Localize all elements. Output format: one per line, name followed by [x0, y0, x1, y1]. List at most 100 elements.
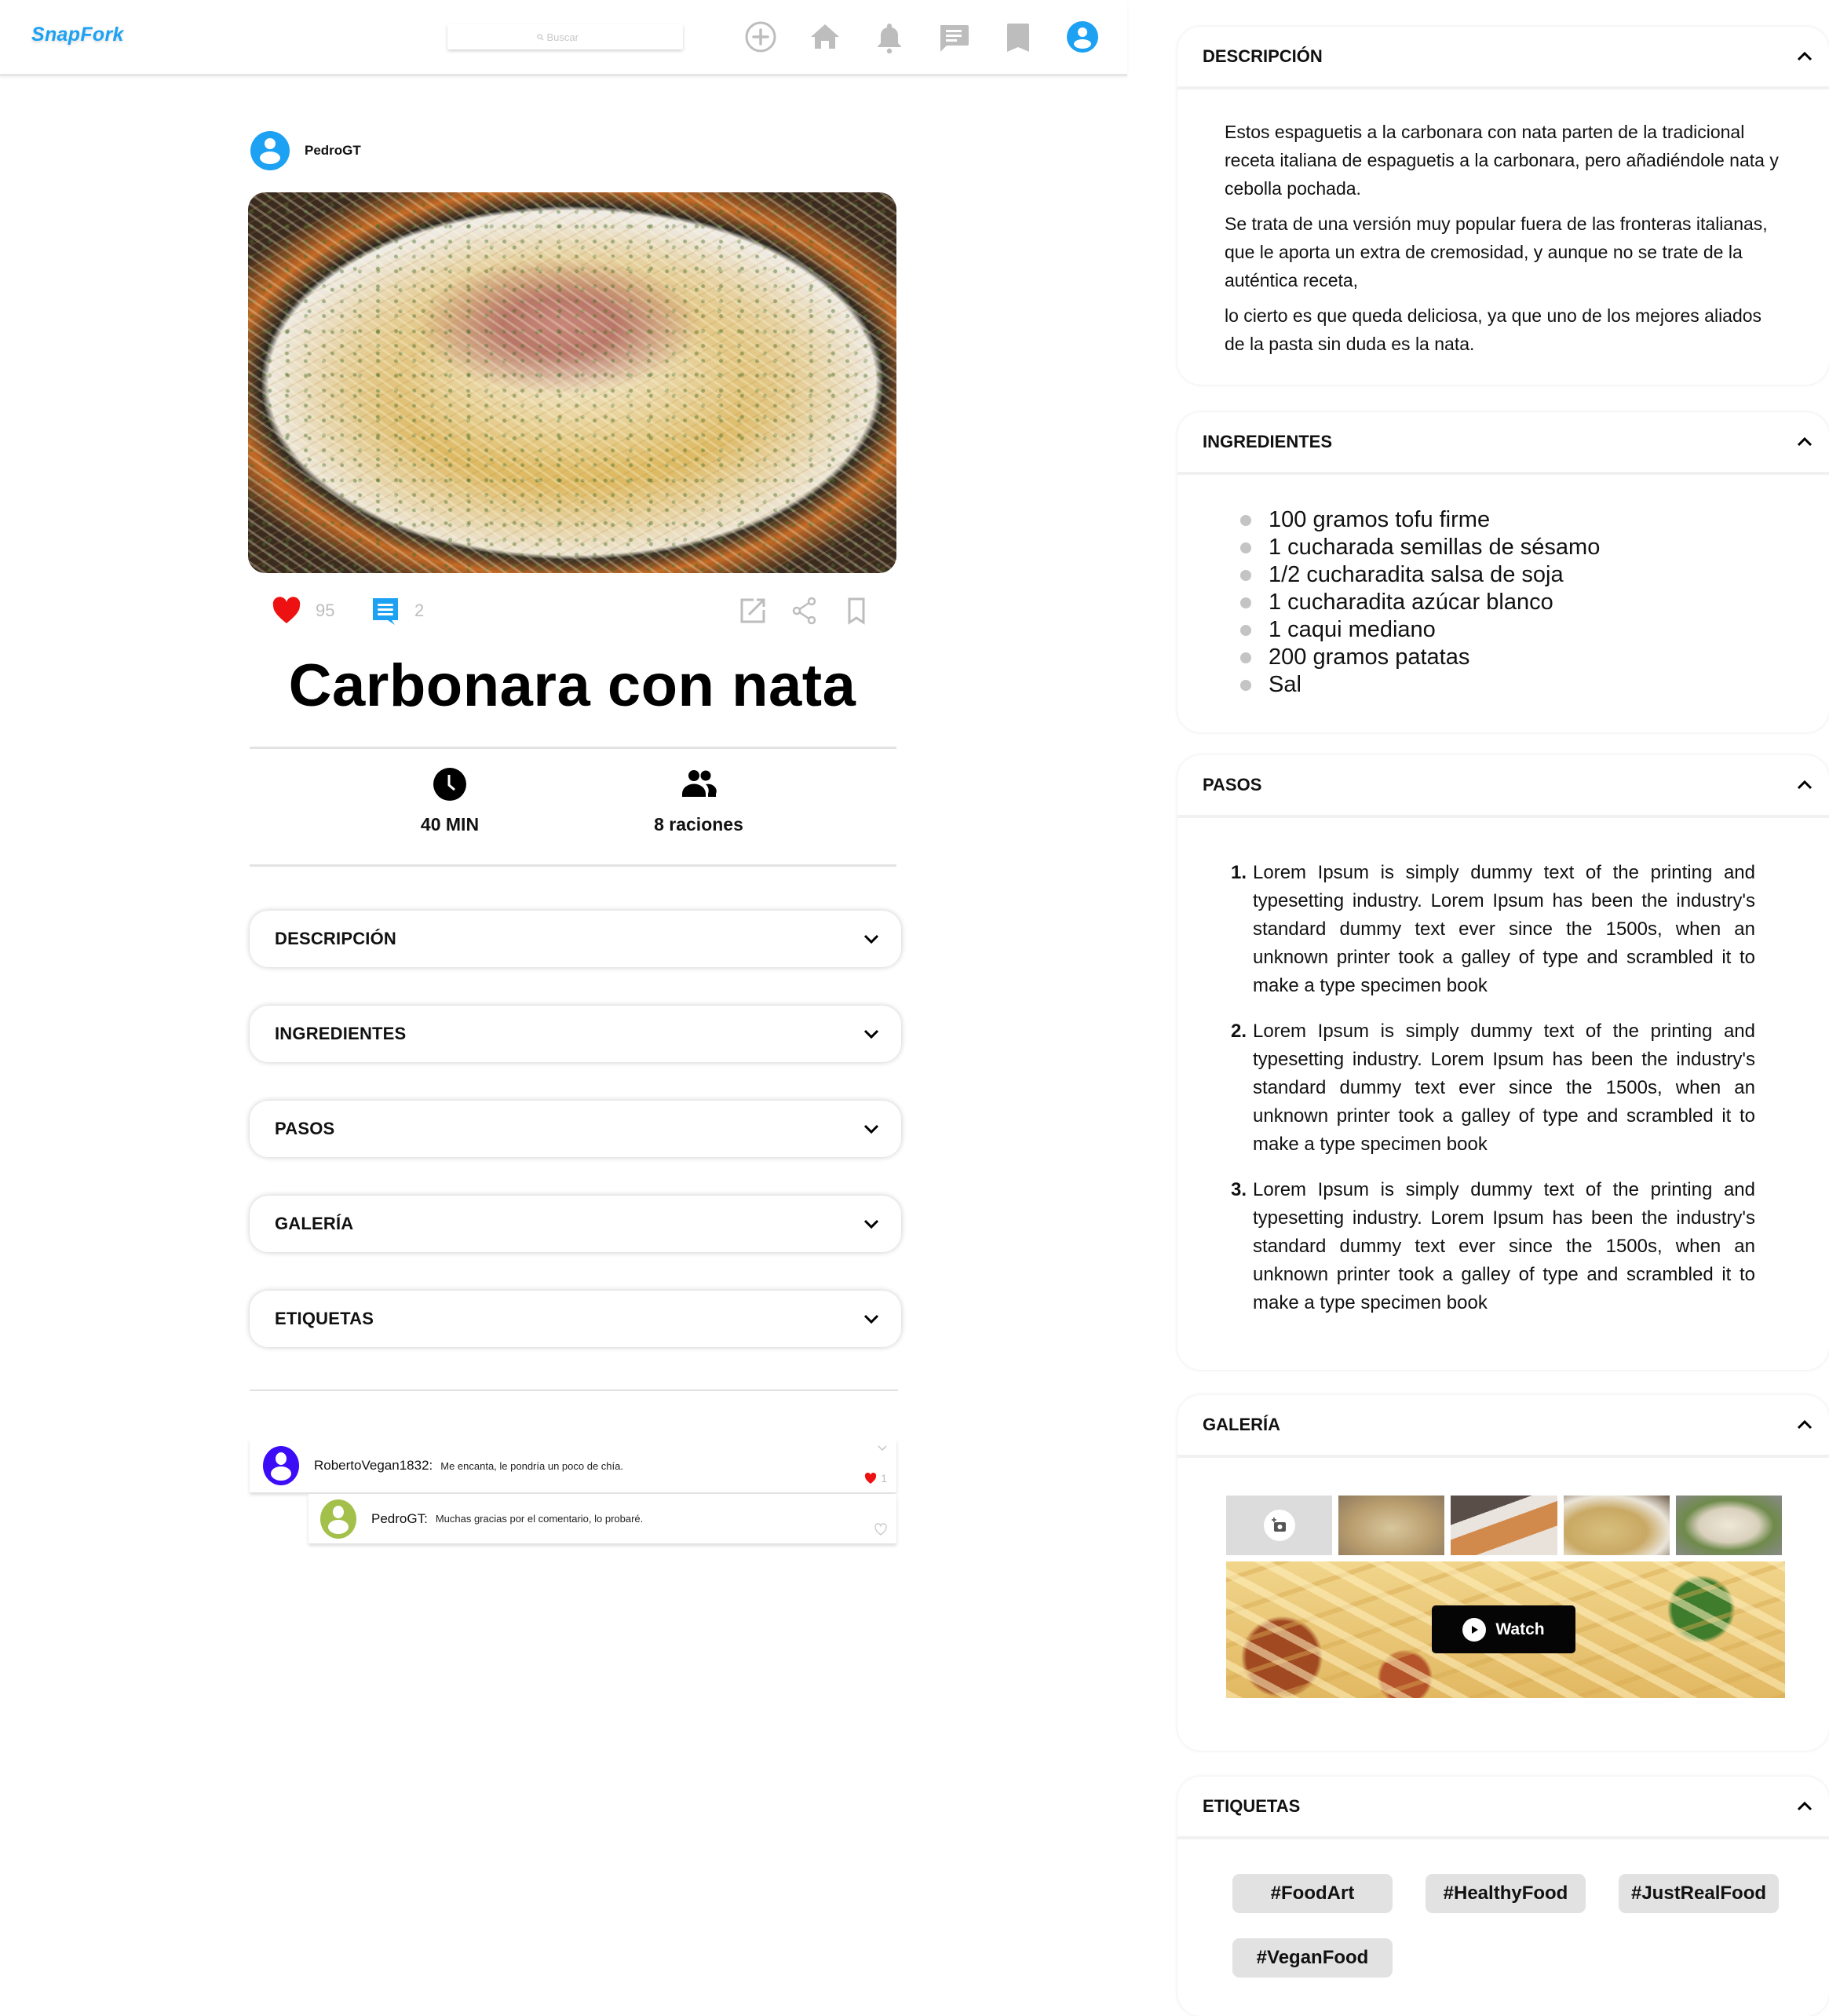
heart-icon: [865, 1472, 877, 1484]
bookmark-outline-icon: [848, 597, 865, 625]
gallery-thumbnail[interactable]: [1338, 1496, 1445, 1555]
post-actions: 95 2: [248, 593, 896, 628]
accordion-label: INGREDIENTES: [275, 1024, 407, 1043]
ingredient-item: 1 cucharadita azúcar blanco: [1225, 589, 1782, 616]
comment-like-count: 1: [881, 1472, 887, 1485]
watch-button[interactable]: Watch: [1432, 1605, 1575, 1653]
step-text: Lorem Ipsum is simply dummy text of the …: [1253, 862, 1755, 996]
bell-icon: [878, 24, 901, 54]
tag-chip[interactable]: #HealthyFood: [1426, 1874, 1586, 1913]
description-panel: DESCRIPCIÓN Estos espaguetis a la carbon…: [1177, 27, 1829, 385]
nav-saved-button[interactable]: [1001, 19, 1035, 55]
heart-icon: [272, 597, 301, 623]
step-text: Lorem Ipsum is simply dummy text of the …: [1253, 1179, 1755, 1313]
search-input[interactable]: [546, 31, 594, 43]
ingredients-list: 100 gramos tofu firme 1 cucharada semill…: [1177, 475, 1829, 699]
open-external-button[interactable]: [738, 596, 768, 626]
cook-time-value: 40 MIN: [420, 814, 480, 835]
comment-username[interactable]: PedroGT:: [371, 1511, 428, 1527]
top-nav-bar: SnapFork: [0, 0, 1127, 76]
play-icon: [1462, 1617, 1487, 1642]
nav-add-button[interactable]: [743, 19, 778, 55]
accordion-label: GALERÍA: [275, 1214, 354, 1233]
nav-notifications-button[interactable]: [872, 19, 907, 55]
ingredient-item: 200 gramos patatas: [1225, 644, 1782, 671]
tag-chip[interactable]: #VeganFood: [1232, 1938, 1393, 1978]
add-photo-circle: [1263, 1510, 1295, 1541]
steps-panel: PASOS 1. Lorem Ipsum is simply dummy text…: [1177, 755, 1829, 1370]
ingredient-item: 1/2 cucharadita salsa de soja: [1225, 561, 1782, 589]
like-count: 95: [316, 601, 335, 620]
author-avatar[interactable]: [250, 130, 290, 171]
panel-title: DESCRIPCIÓN: [1203, 46, 1323, 66]
comment-icon: [373, 598, 398, 625]
bookmark-icon: [1007, 24, 1029, 52]
gallery-video[interactable]: Watch: [1226, 1561, 1785, 1698]
share-button[interactable]: [790, 596, 820, 626]
like-button[interactable]: 95: [272, 596, 334, 626]
accordion-label: DESCRIPCIÓN: [275, 929, 396, 948]
search-box[interactable]: [447, 24, 683, 49]
tags-list: #FoodArt #HealthyFood #JustRealFood #Veg…: [1177, 1839, 1829, 1978]
messages-icon: [940, 25, 969, 52]
share-icon: [792, 597, 816, 625]
gallery-thumbnail[interactable]: [1451, 1496, 1557, 1555]
step-number: 3.: [1230, 1179, 1247, 1200]
commenter-avatar[interactable]: [319, 1499, 357, 1539]
save-button[interactable]: [841, 596, 871, 626]
panel-title: INGREDIENTES: [1203, 432, 1333, 451]
ingredient-item: 1 caqui mediano: [1225, 616, 1782, 644]
ingredients-panel-header[interactable]: INGREDIENTES: [1177, 412, 1829, 475]
steps-panel-header[interactable]: PASOS: [1177, 755, 1829, 818]
comments-button[interactable]: 2: [371, 596, 424, 626]
add-icon: [745, 21, 776, 53]
accordion-pasos[interactable]: PASOS: [250, 1101, 901, 1157]
accordion-label: ETIQUETAS: [275, 1309, 374, 1328]
author-name[interactable]: PedroGT: [305, 143, 361, 159]
add-photo-icon: [1271, 1517, 1286, 1532]
accordion-etiquetas[interactable]: ETIQUETAS: [250, 1291, 901, 1347]
chevron-down-icon: [863, 1314, 879, 1324]
description-paragraph: Se trata de una versión muy popular fuer…: [1225, 214, 1768, 290]
gallery-thumbnail[interactable]: [1563, 1496, 1670, 1555]
accordion-galeria[interactable]: GALERÍA: [250, 1196, 901, 1252]
divider: [250, 747, 896, 749]
description-panel-header[interactable]: DESCRIPCIÓN: [1177, 27, 1829, 89]
app-logo[interactable]: SnapFork: [31, 24, 124, 46]
chevron-down-icon[interactable]: [876, 1442, 889, 1455]
tag-chip[interactable]: #JustRealFood: [1619, 1874, 1779, 1913]
accordion-descripcion[interactable]: DESCRIPCIÓN: [250, 911, 901, 967]
add-photo-button[interactable]: [1226, 1496, 1333, 1555]
panel-title: ETIQUETAS: [1203, 1796, 1301, 1816]
comment-like-button[interactable]: [874, 1523, 887, 1536]
gallery-thumbnails: [1226, 1496, 1783, 1555]
chevron-down-icon: [863, 934, 879, 944]
description-body: Estos espaguetis a la carbonara con nata…: [1177, 89, 1829, 358]
commenter-avatar[interactable]: [262, 1445, 300, 1486]
nav-messages-button[interactable]: [936, 19, 971, 55]
tags-panel-header[interactable]: ETIQUETAS: [1177, 1777, 1829, 1839]
recipe-title: Carbonara con nata: [288, 652, 856, 719]
comment-username[interactable]: RobertoVegan1832:: [314, 1458, 433, 1474]
chevron-up-icon: [1797, 780, 1813, 790]
comment-text: Me encanta, le pondría un poco de chía.: [440, 1459, 623, 1472]
ingredient-item: 100 gramos tofu firme: [1225, 506, 1782, 534]
gallery-thumbnail[interactable]: [1675, 1496, 1783, 1555]
nav-profile-button[interactable]: [1065, 19, 1100, 55]
comment-like-button[interactable]: 1: [864, 1472, 887, 1485]
accordion-ingredientes[interactable]: INGREDIENTES: [250, 1006, 901, 1062]
recipe-photo[interactable]: [248, 192, 896, 573]
chevron-up-icon: [1797, 1801, 1813, 1811]
divider: [250, 864, 896, 867]
steps-list: 1. Lorem Ipsum is simply dummy text of th…: [1177, 818, 1829, 1317]
panel-title: PASOS: [1203, 775, 1262, 794]
gallery-panel-header[interactable]: GALERÍA: [1177, 1395, 1829, 1458]
comments-divider: [250, 1390, 898, 1391]
accordion-label: PASOS: [275, 1119, 335, 1138]
post-author[interactable]: PedroGT: [250, 130, 361, 171]
step-number: 2.: [1230, 1021, 1247, 1042]
tag-chip[interactable]: #FoodArt: [1232, 1874, 1393, 1913]
chevron-down-icon: [863, 1029, 879, 1039]
panel-title: GALERÍA: [1203, 1415, 1280, 1434]
nav-home-button[interactable]: [808, 19, 842, 55]
